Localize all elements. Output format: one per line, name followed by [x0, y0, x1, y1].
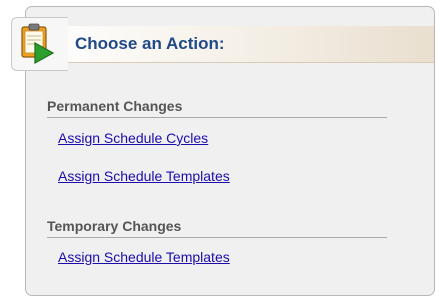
section-title-permanent: Permanent Changes [47, 98, 183, 114]
assign-schedule-cycles-link[interactable]: Assign Schedule Cycles [58, 130, 208, 146]
assign-schedule-templates-permanent-link[interactable]: Assign Schedule Templates [58, 168, 230, 184]
panel-title: Choose an Action: [75, 34, 225, 53]
section-title-temporary: Temporary Changes [47, 218, 182, 234]
clipboard-arrow-icon [16, 21, 66, 69]
section-divider [47, 117, 387, 118]
panel-header: Choose an Action: [22, 26, 434, 63]
section-divider [47, 237, 387, 238]
assign-schedule-templates-temporary-link[interactable]: Assign Schedule Templates [58, 249, 230, 265]
